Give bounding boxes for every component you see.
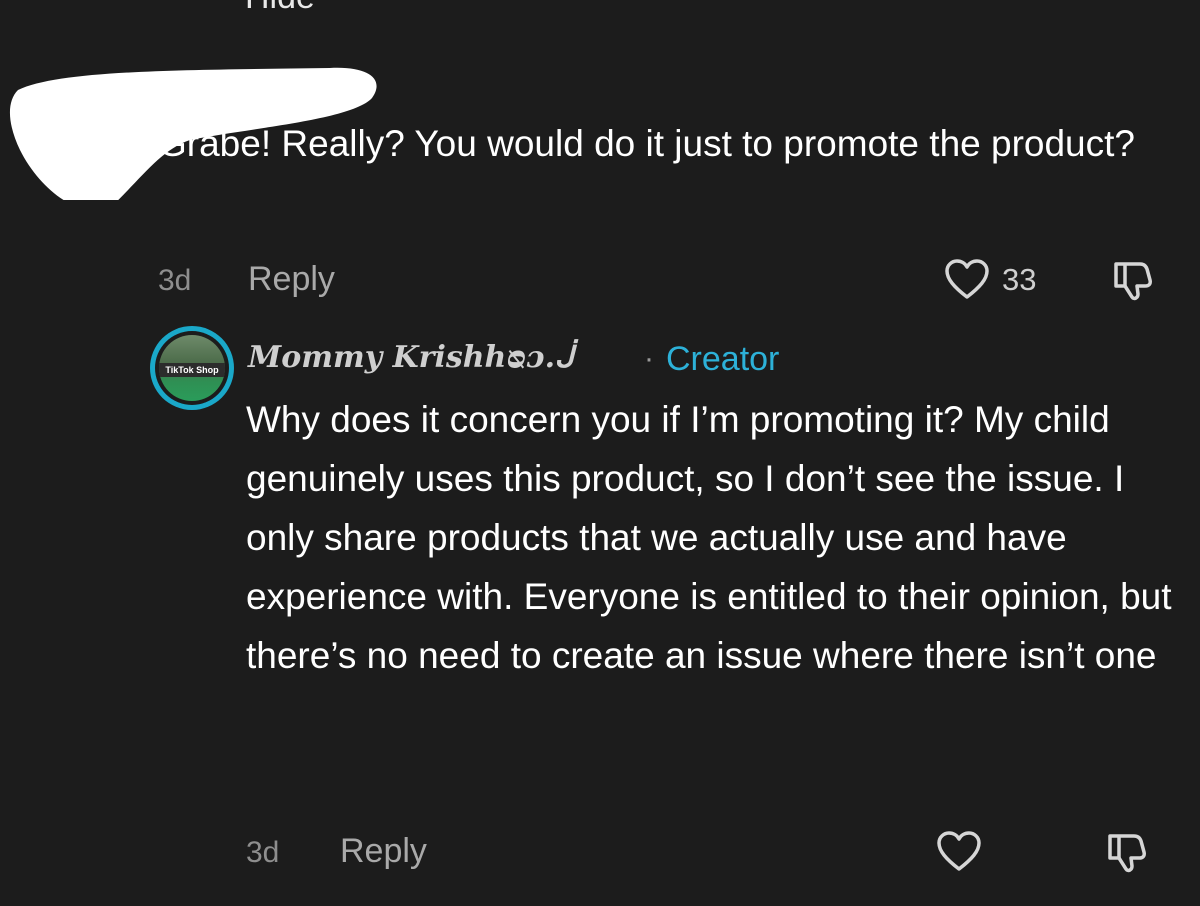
separator-dot: · (644, 342, 654, 375)
comment-text: Why does it concern you if I’m promoting… (246, 399, 1172, 676)
avatar-ring: TikTok Shop (155, 331, 229, 405)
creator-badge: Creator (666, 340, 780, 378)
username[interactable]: Mommy Krishhᴓɔ.ᒎ (248, 340, 574, 375)
reply-button[interactable]: Reply (248, 260, 335, 299)
like-count: 33 (1002, 262, 1037, 297)
heart-icon[interactable] (944, 258, 990, 300)
reply-button[interactable]: Reply (340, 832, 427, 871)
dislike-icon[interactable] (1110, 256, 1158, 304)
avatar-image: TikTok Shop (159, 335, 225, 401)
heart-icon[interactable] (936, 830, 982, 872)
dislike-icon[interactable] (1104, 828, 1152, 876)
hide-replies-link[interactable]: Hide (245, 0, 315, 17)
comment-timestamp: 3d (158, 264, 192, 297)
avatar-shop-badge: TikTok Shop (159, 363, 225, 377)
comment-text: Grabe! Really? You would do it just to p… (158, 123, 1135, 164)
comment-timestamp: 3d (246, 836, 280, 869)
avatar[interactable]: TikTok Shop (150, 326, 234, 410)
